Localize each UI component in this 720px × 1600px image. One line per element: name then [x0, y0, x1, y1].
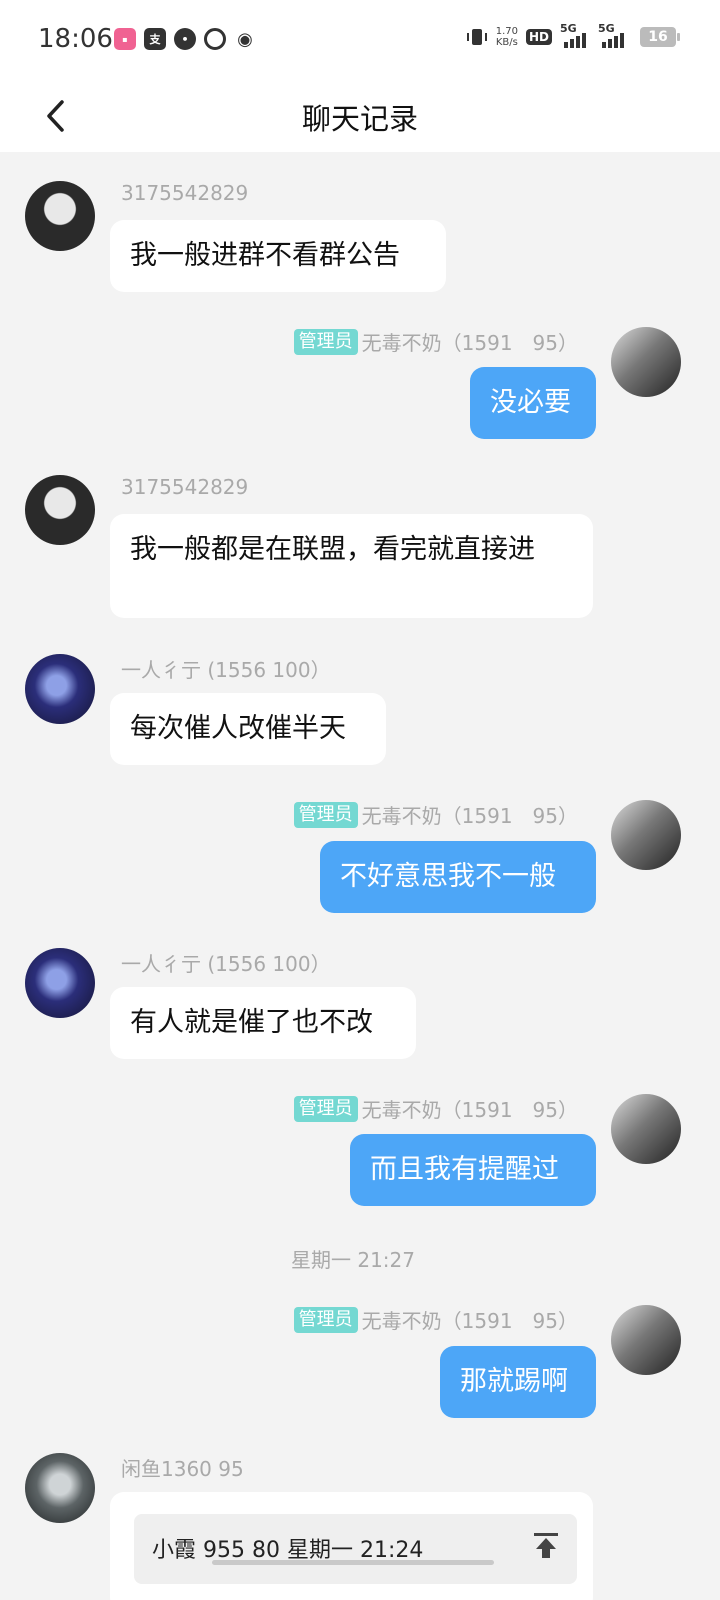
app-notification-icon: ▪	[114, 28, 136, 50]
avatar[interactable]	[25, 1453, 95, 1523]
network-speed: 1.70 KB/s	[496, 26, 518, 48]
message-bubble[interactable]: 不好意思我不一般	[320, 841, 596, 913]
battery-icon: 16	[640, 27, 680, 47]
sender-name: 一人彳亍 (1556 100）	[121, 658, 331, 682]
vibrate-icon	[466, 29, 487, 45]
avatar[interactable]	[611, 800, 681, 870]
avatar[interactable]	[25, 475, 95, 545]
message-bubble[interactable]: 没必要	[470, 367, 596, 439]
avatar[interactable]	[611, 327, 681, 397]
admin-badge: 管理员	[293, 801, 358, 828]
timestamp: 星期一 21:27	[291, 1248, 415, 1272]
message-bubble[interactable]: 我一般都是在联盟，看完就直接进	[110, 514, 593, 618]
avatar[interactable]	[25, 654, 95, 724]
sender-name: 3175542829	[121, 181, 249, 205]
sender-name: 无毒不奶（1591 95）	[361, 1309, 578, 1333]
netease-music-icon	[204, 28, 226, 50]
message-bubble[interactable]: 我一般进群不看群公告	[110, 220, 446, 292]
sender-row: 管理员 无毒不奶（1591 95）	[293, 327, 578, 356]
header: 聊天记录	[0, 80, 720, 152]
sender-name: 无毒不奶（1591 95）	[361, 804, 578, 828]
hd-badge: HD	[525, 29, 552, 45]
avatar[interactable]	[25, 181, 95, 251]
horizontal-scrollbar[interactable]	[212, 1560, 494, 1565]
sim1-label: 5G	[560, 22, 577, 35]
message-icon: •	[174, 28, 196, 50]
sender-name: 一人彳亍 (1556 100）	[121, 952, 331, 976]
network-speed-unit: KB/s	[495, 37, 518, 48]
avatar[interactable]	[25, 948, 95, 1018]
avatar[interactable]	[611, 1094, 681, 1164]
admin-badge: 管理员	[293, 328, 358, 355]
sender-name: 无毒不奶（1591 95）	[361, 1098, 578, 1122]
page-title: 聊天记录	[301, 102, 418, 136]
sender-row: 管理员 无毒不奶（1591 95）	[293, 800, 578, 829]
admin-badge: 管理员	[293, 1306, 358, 1333]
sender-name: 3175542829	[121, 475, 249, 499]
weibo-icon: ◉	[237, 28, 253, 50]
alipay-icon: 支	[144, 28, 166, 50]
signal-5g-icon-2: 5G	[598, 22, 632, 48]
sender-name: 闲鱼1360 95	[121, 1457, 244, 1481]
signal-5g-icon: 5G	[560, 22, 590, 48]
network-speed-value: 1.70	[495, 26, 518, 37]
quote-box[interactable]: 小霞 955 80 星期一 21:24	[134, 1514, 577, 1584]
status-time: 18:06	[38, 24, 113, 54]
system-icons: 1.70 KB/s HD 5G 5G 16	[466, 22, 680, 48]
quoted-message-card[interactable]: 小霞 955 80 星期一 21:24	[110, 1492, 593, 1600]
status-bar: 18:06 ▪ 支 • ◉ 1.70 KB/s HD 5G 5G 16	[0, 0, 720, 80]
avatar[interactable]	[611, 1305, 681, 1375]
message-bubble[interactable]: 那就踢啊	[440, 1346, 596, 1418]
scroll-to-top-icon[interactable]	[531, 1530, 561, 1560]
message-bubble[interactable]: 而且我有提醒过	[350, 1134, 596, 1206]
message-bubble[interactable]: 每次催人改催半天	[110, 693, 386, 765]
sim2-label: 5G	[598, 22, 615, 35]
message-bubble[interactable]: 有人就是催了也不改	[110, 987, 416, 1059]
notification-icons: ▪ 支 • ◉	[114, 28, 256, 50]
sender-row: 管理员 无毒不奶（1591 95）	[293, 1305, 578, 1334]
admin-badge: 管理员	[293, 1095, 358, 1122]
sender-row: 管理员 无毒不奶（1591 95）	[293, 1094, 578, 1123]
sender-name: 无毒不奶（1591 95）	[361, 331, 578, 355]
